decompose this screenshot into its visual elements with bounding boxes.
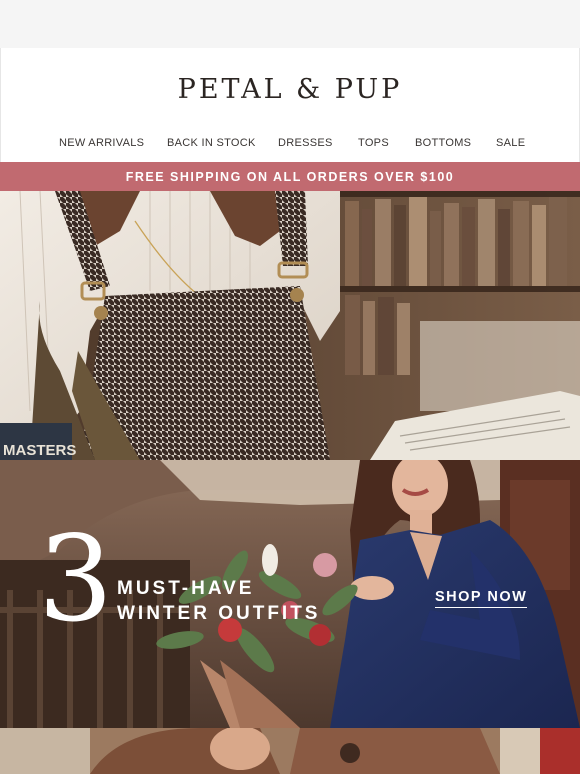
hero-winter-outfits[interactable]: 3 MUST-HAVE WINTER OUTFITS SHOP NOW (0, 460, 580, 728)
nav-item-dresses[interactable]: DRESSES (278, 137, 333, 149)
brand-logo[interactable]: PETAL & PUP (1, 74, 579, 105)
headline-line-1: MUST-HAVE (117, 578, 255, 599)
nav-item-tops[interactable]: TOPS (358, 137, 389, 149)
main-nav: NEW ARRIVALS BACK IN STOCK DRESSES TOPS … (1, 137, 579, 151)
book-cover-text: MASTERS (3, 442, 76, 459)
shop-now-link[interactable]: SHOP NOW (435, 589, 528, 608)
hero-image-next[interactable] (0, 728, 580, 774)
headline-line-2: WINTER OUTFITS (117, 603, 321, 624)
nav-item-bottoms[interactable]: BOTTOMS (415, 137, 471, 149)
free-shipping-text: FREE SHIPPING ON ALL ORDERS OVER $100 (125, 169, 455, 184)
hero-photo-houndstooth: MASTERS (0, 191, 580, 460)
nav-item-sale[interactable]: SALE (496, 137, 525, 149)
nav-item-back-in-stock[interactable]: BACK IN STOCK (167, 137, 256, 149)
feature-number: 3 (38, 510, 114, 648)
hero-image-houndstooth[interactable]: MASTERS (0, 191, 580, 460)
nav-item-new-arrivals[interactable]: NEW ARRIVALS (59, 137, 144, 149)
email-page: PETAL & PUP NEW ARRIVALS BACK IN STOCK D… (0, 0, 580, 774)
top-spacer (0, 0, 580, 48)
email-header: PETAL & PUP NEW ARRIVALS BACK IN STOCK D… (0, 48, 580, 162)
free-shipping-banner[interactable]: FREE SHIPPING ON ALL ORDERS OVER $100 (0, 162, 580, 191)
hero-photo-next (0, 728, 580, 774)
